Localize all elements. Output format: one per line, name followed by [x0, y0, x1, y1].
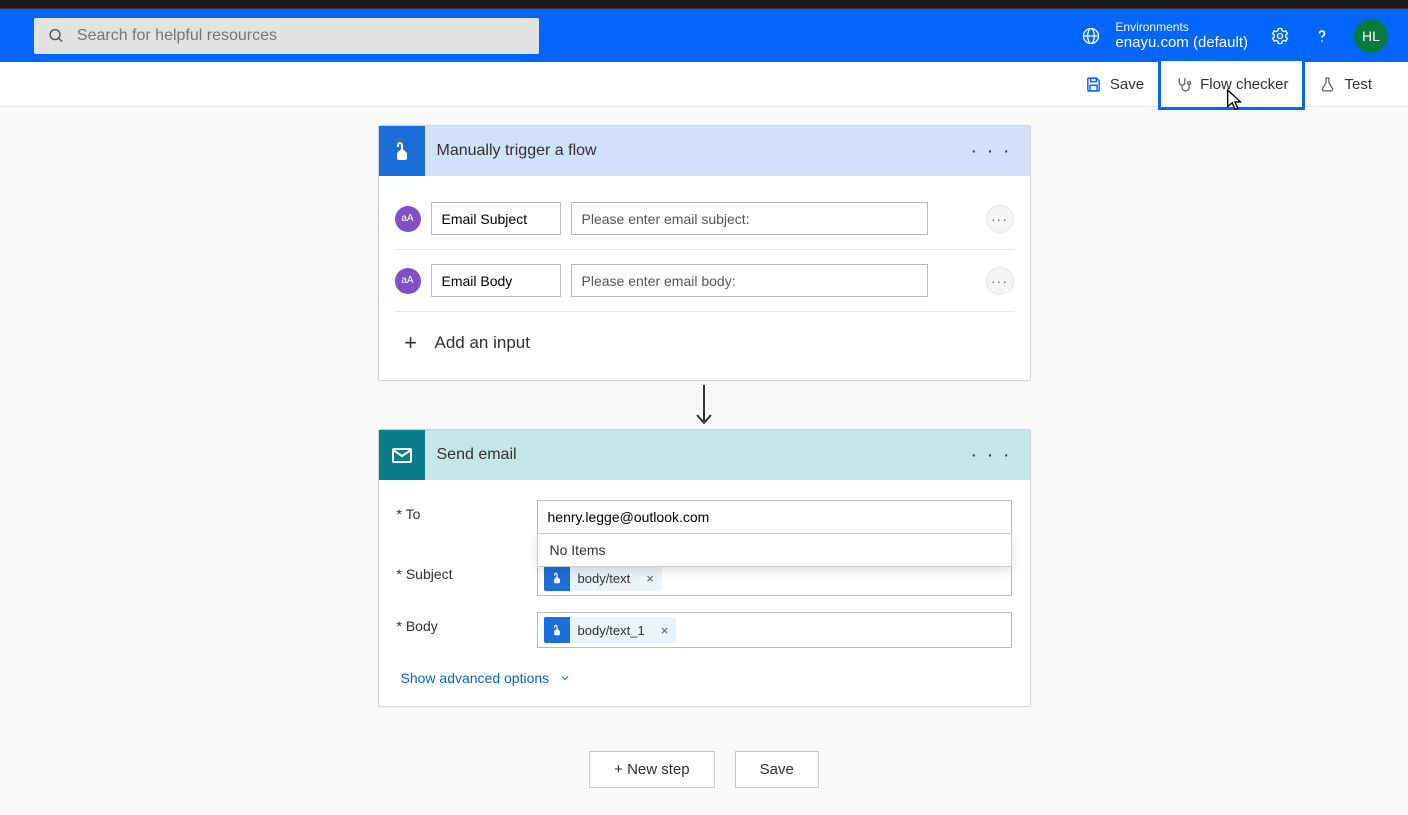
trigger-card: Manually trigger a flow · · · aA Email S… — [378, 125, 1031, 381]
add-input-label: Add an input — [435, 333, 530, 353]
action-card-title: Send email — [437, 446, 517, 464]
test-command[interactable]: Test — [1305, 62, 1386, 107]
command-bar: Save Flow checker Test — [0, 62, 1408, 107]
input-name-field[interactable]: Email Subject — [431, 202, 561, 235]
environment-label: Environments — [1115, 20, 1248, 34]
environment-selector[interactable]: Environments enayu.com (default) — [1081, 20, 1248, 51]
trigger-input-row: aA Email Subject Please enter email subj… — [395, 188, 1014, 249]
save-command-label: Save — [1110, 76, 1144, 93]
action-card-menu[interactable]: · · · — [970, 444, 1011, 467]
connector-arrow — [692, 381, 716, 429]
browser-chrome-strip — [0, 0, 1408, 9]
test-command-label: Test — [1344, 76, 1372, 93]
gear-icon — [1270, 26, 1290, 46]
settings-button[interactable] — [1270, 26, 1290, 46]
app-header: Environments enayu.com (default) HL — [0, 9, 1408, 62]
stethoscope-icon — [1175, 76, 1192, 93]
body-field-row: * Body body/text_1 × — [397, 604, 1012, 656]
token-icon — [544, 565, 570, 591]
token-label: body/text_1 — [570, 623, 653, 638]
save-icon — [1085, 76, 1102, 93]
arrow-down-icon — [694, 383, 714, 427]
chevron-down-icon — [559, 672, 571, 684]
action-card-header[interactable]: Send email · · · — [379, 430, 1030, 480]
to-field-row: * To No Items — [397, 492, 1012, 542]
flow-checker-command[interactable]: Flow checker — [1158, 58, 1305, 110]
token-remove[interactable]: × — [638, 571, 662, 586]
header-right: Environments enayu.com (default) HL — [1081, 19, 1388, 53]
body-field-label: * Body — [397, 612, 537, 634]
search-input[interactable] — [77, 27, 525, 45]
trigger-card-menu[interactable]: · · · — [970, 140, 1011, 163]
text-type-icon: aA — [395, 206, 421, 232]
user-avatar[interactable]: HL — [1354, 19, 1388, 53]
input-row-menu[interactable]: ··· — [986, 205, 1014, 233]
advanced-options-label: Show advanced options — [401, 670, 550, 686]
save-button[interactable]: Save — [735, 751, 819, 788]
input-name-field[interactable]: Email Body — [431, 264, 561, 297]
search-box[interactable] — [34, 18, 539, 54]
add-input-button[interactable]: + Add an input — [395, 312, 1014, 360]
subject-field-label: * Subject — [397, 560, 537, 582]
trigger-card-header[interactable]: Manually trigger a flow · · · — [379, 126, 1030, 176]
text-type-icon: aA — [395, 268, 421, 294]
token-label: body/text — [570, 571, 639, 586]
environment-name: enayu.com (default) — [1115, 34, 1248, 51]
send-email-icon — [379, 430, 425, 480]
action-card-body: * To No Items * Subject — [379, 480, 1030, 706]
trigger-icon — [379, 126, 425, 176]
dynamic-content-token[interactable]: body/text_1 × — [544, 617, 677, 643]
dynamic-content-token[interactable]: body/text × — [544, 565, 662, 591]
to-field-label: * To — [397, 500, 537, 522]
new-step-button[interactable]: + New step — [589, 751, 714, 788]
help-icon — [1312, 26, 1332, 46]
token-remove[interactable]: × — [653, 623, 677, 638]
show-advanced-options[interactable]: Show advanced options — [397, 656, 1012, 688]
input-placeholder-field[interactable]: Please enter email body: — [571, 264, 928, 297]
trigger-card-title: Manually trigger a flow — [437, 142, 597, 160]
to-suggestions-dropdown[interactable]: No Items — [537, 533, 1012, 567]
no-items-text: No Items — [550, 542, 606, 558]
designer-canvas: Manually trigger a flow · · · aA Email S… — [0, 107, 1408, 788]
flow-checker-label: Flow checker — [1200, 76, 1288, 93]
environment-text: Environments enayu.com (default) — [1115, 20, 1248, 51]
save-command[interactable]: Save — [1071, 62, 1158, 107]
trigger-input-row: aA Email Body Please enter email body: ·… — [395, 250, 1014, 311]
help-button[interactable] — [1312, 26, 1332, 46]
input-row-menu[interactable]: ··· — [986, 267, 1014, 295]
to-field-input[interactable] — [537, 500, 1012, 534]
input-placeholder-field[interactable]: Please enter email subject: — [571, 202, 928, 235]
flask-icon — [1319, 76, 1336, 93]
action-card: Send email · · · * To No Items * Subject — [378, 429, 1031, 707]
globe-icon — [1081, 26, 1101, 46]
trigger-card-body: aA Email Subject Please enter email subj… — [379, 176, 1030, 380]
footer-buttons: + New step Save — [589, 751, 819, 788]
token-icon — [544, 617, 570, 643]
body-field-input[interactable]: body/text_1 × — [537, 612, 1012, 648]
plus-icon: + — [401, 330, 421, 356]
search-icon — [48, 27, 65, 45]
